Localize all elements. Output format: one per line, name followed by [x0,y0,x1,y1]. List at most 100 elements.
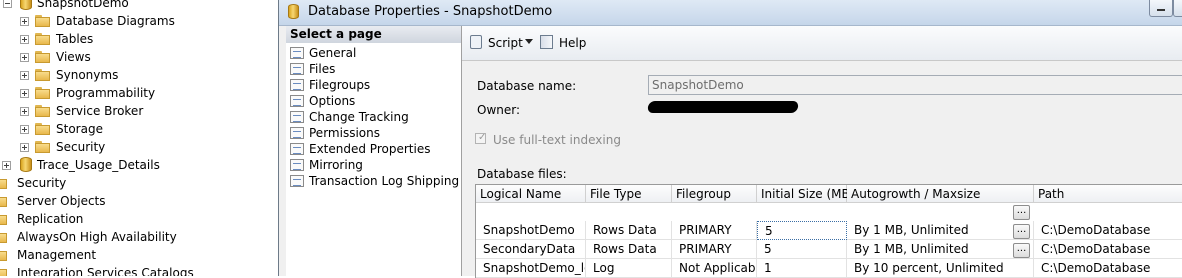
tree-item[interactable]: Trace_Usage_Details [0,156,280,174]
expand-icon[interactable] [20,125,29,134]
dialog-titlebar[interactable]: Database Properties - SnapshotDemo [279,0,1182,26]
database-name-field[interactable]: SnapshotDemo [648,75,1182,95]
tree-item[interactable]: Security [0,138,280,156]
table-cell[interactable]: SecondaryData [476,240,586,259]
tree-item-label: AlwaysOn High Availability [17,230,177,244]
table-cell[interactable]: 5 [757,240,847,259]
tree-item-label: Storage [56,122,103,136]
maximize-button[interactable] [1173,0,1182,17]
tree-item-label: Replication [17,212,84,226]
tree-item[interactable]: Storage [0,120,280,138]
table-cell[interactable]: Rows Data [586,221,672,240]
page-icon [290,79,304,91]
column-header[interactable]: Logical Name [476,185,586,203]
tree-item[interactable]: Integration Services Catalogs [0,264,280,276]
page-icon [290,175,304,187]
tree-item[interactable]: Replication [0,210,280,228]
table-cell[interactable]: Not Applicable [672,259,757,278]
page-item-label: Change Tracking [309,110,409,124]
autogrowth-ellipsis-button[interactable]: ... [1013,243,1030,258]
owner-field-redacted[interactable] [646,101,800,113]
expand-icon[interactable] [2,161,11,170]
column-header[interactable]: Path [1034,185,1182,203]
table-cell[interactable]: 5 [757,221,847,240]
expand-icon[interactable] [20,35,29,44]
folder-icon [35,141,51,153]
tree-item[interactable]: Service Broker [0,102,280,120]
tree-item[interactable]: Server Objects [0,192,280,210]
autogrowth-ellipsis-button[interactable]: ... [1013,205,1030,220]
tree-item[interactable]: Management [0,246,280,264]
chevron-down-icon[interactable] [525,39,533,44]
database-icon [288,4,299,19]
tree-item[interactable]: AlwaysOn High Availability [0,228,280,246]
page-item-label: Permissions [309,126,380,140]
table-cell[interactable]: SnapshotDemo [476,221,586,240]
tree-item[interactable]: Synonyms [0,66,280,84]
page-item-label: Options [309,94,356,108]
table-cell[interactable]: Rows Data [586,240,672,259]
table-cell[interactable]: C:\DemoDatabase [1034,240,1182,259]
expand-icon[interactable] [20,89,29,98]
tree-item-label: Security [56,140,106,154]
expand-icon[interactable] [20,143,29,152]
collapse-icon[interactable] [3,0,12,8]
table-cell[interactable]: Log [586,259,672,278]
script-button[interactable]: Script [488,36,523,50]
tree-item[interactable]: Security [0,174,280,192]
tree-item-label: Integration Services Catalogs [17,266,194,276]
table-cell[interactable]: C:\DemoDatabase [1034,221,1182,240]
folder-icon [35,51,51,63]
expand-icon[interactable] [20,107,29,116]
table-cell[interactable]: SnapshotDemo_log [476,259,586,278]
table-cell[interactable]: 1 [757,259,847,278]
folder-icon [0,231,8,243]
tree-item-label: Trace_Usage_Details [37,158,160,172]
table-cell[interactable]: By 10 percent, Unlimited [847,259,1034,278]
expand-icon[interactable] [20,71,29,80]
object-explorer-tree: SnapshotDemo Database Diagrams Tables Views… [0,0,280,276]
database-name-label: Database name: [477,79,577,93]
database-files-label: Database files: [477,167,567,181]
fulltext-checkbox[interactable]: ✓ [475,132,486,144]
tree-item-label: Views [56,50,91,64]
page-item-label: Extended Properties [309,142,431,156]
script-icon[interactable] [470,35,482,49]
tree-item-label: Service Broker [56,104,144,118]
page-icon [290,95,304,107]
autogrowth-ellipsis-button[interactable]: ... [1013,224,1030,239]
tree-item[interactable]: Views [0,48,280,66]
table-cell[interactable]: PRIMARY [672,221,757,240]
table-cell[interactable]: By 1 MB, Unlimited [847,221,1034,240]
tree-item[interactable]: Database Diagrams [0,12,280,30]
fulltext-label: Use full-text indexing [493,133,621,147]
column-header[interactable]: Initial Size (MB) [757,185,854,203]
minimize-button[interactable] [1149,0,1173,17]
folder-icon [0,249,8,261]
folder-icon [0,213,8,225]
expand-icon[interactable] [20,53,29,62]
tree-item[interactable]: Programmability [0,84,280,102]
database-icon [20,157,32,172]
column-header[interactable]: Filegroup [672,185,757,203]
tree-item[interactable]: Tables [0,30,280,48]
column-header[interactable]: File Type [586,185,672,203]
help-button[interactable]: Help [559,36,586,50]
expand-icon[interactable] [20,17,29,26]
column-header[interactable]: Autogrowth / Maxsize [847,185,1034,203]
folder-icon [35,123,51,135]
tree-item-label: Database Diagrams [56,14,175,28]
page-icon [290,47,304,59]
select-page-panel: Select a page General Files Filegroups Opti… [286,26,462,276]
folder-icon [35,15,51,27]
table-cell[interactable]: PRIMARY [672,240,757,259]
tree-item[interactable]: SnapshotDemo [0,0,280,12]
toolbar: Script Help [462,26,1182,61]
database-icon [20,0,32,10]
table-cell[interactable]: By 1 MB, Unlimited [847,240,1034,259]
page-item-label: Mirroring [309,158,363,172]
folder-icon [0,177,8,189]
help-icon[interactable] [540,35,553,49]
folder-icon [35,33,51,45]
table-cell[interactable]: C:\DemoDatabase [1034,259,1182,278]
